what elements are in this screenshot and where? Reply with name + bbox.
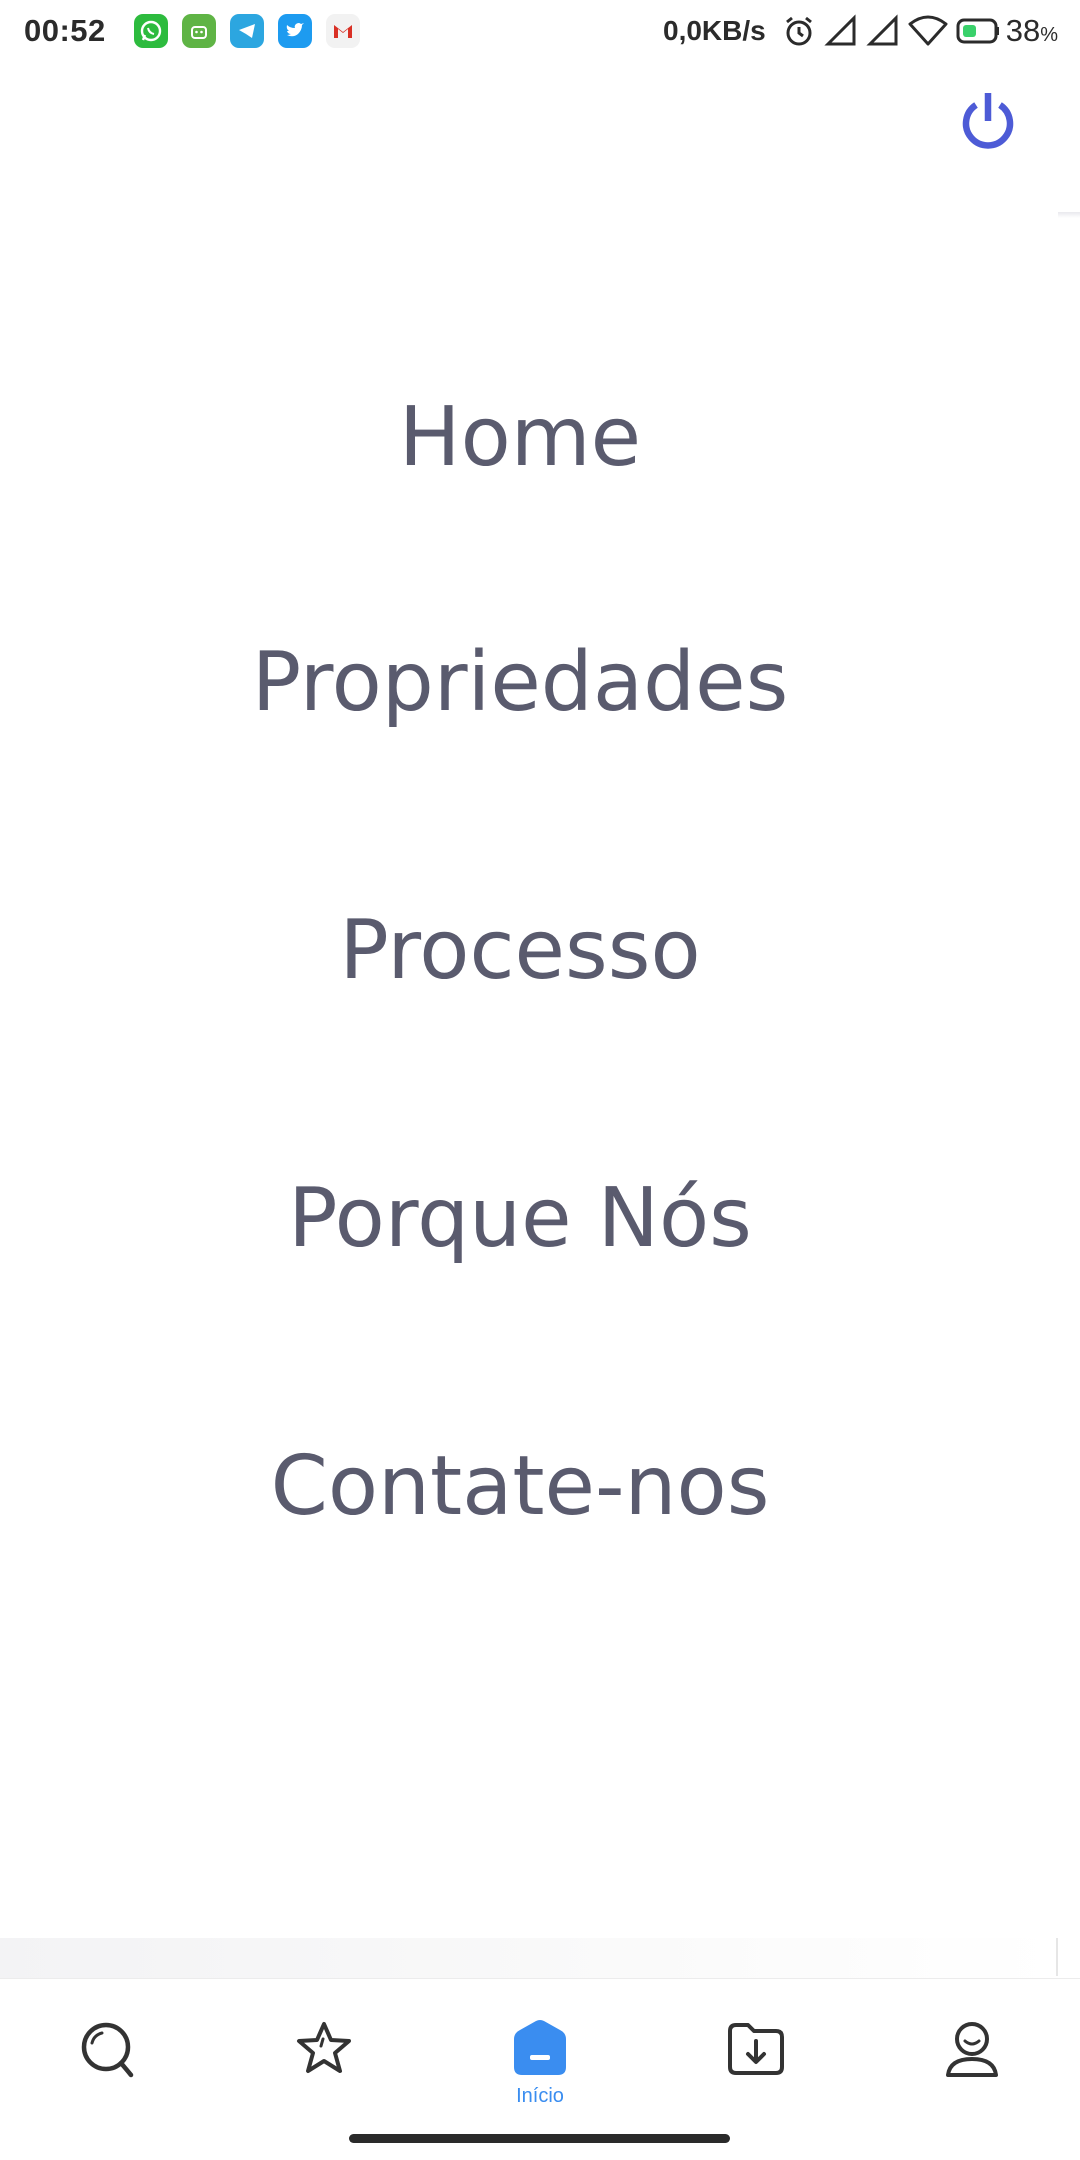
profile-icon [946, 2022, 998, 2077]
nav-profile[interactable] [932, 2019, 1012, 2119]
signal-icon-2 [866, 14, 900, 48]
gmail-icon [325, 14, 360, 48]
power-icon [962, 93, 1014, 149]
battery-value: 38 [1005, 13, 1041, 48]
nav-search[interactable] [68, 2019, 148, 2119]
nav-downloads[interactable] [716, 2019, 796, 2119]
whatsapp-icon [133, 14, 168, 48]
status-bar: 00:52 0,0KB/s 38% [0, 0, 1080, 62]
menu-item-porque-nos[interactable]: Porque Nós [0, 1084, 1040, 1352]
twitter-icon [277, 14, 312, 48]
power-button[interactable] [956, 86, 1020, 158]
screen: 00:52 0,0KB/s 38% Home Propriedades Proc… [0, 0, 1080, 2160]
home-indicator[interactable] [349, 2134, 730, 2143]
search-icon [81, 2022, 134, 2078]
nav-inicio-label: Início [516, 2085, 564, 2107]
panel-edge-shadow [1058, 212, 1080, 218]
download-folder-icon [728, 2023, 784, 2075]
star-icon [297, 2022, 351, 2073]
main-menu: Home Propriedades Processo Porque Nós Co… [0, 352, 1040, 1620]
panel-edge-line [1056, 1938, 1058, 1976]
status-bar-right: 0,0KB/s 38% [663, 13, 1058, 49]
battery-unit: % [1040, 24, 1058, 46]
status-time: 00:52 [24, 13, 106, 48]
battery-level: 38% [1006, 13, 1058, 49]
nav-inicio[interactable]: Início [500, 2019, 580, 2119]
bottom-nav: Início [0, 1978, 1080, 2160]
wifi-icon [908, 14, 948, 48]
nav-favorites[interactable] [284, 2019, 364, 2119]
signal-icon [824, 14, 858, 48]
menu-item-home[interactable]: Home [0, 352, 1040, 548]
content-bottom-strip [0, 1938, 1058, 1978]
telegram-icon [229, 14, 264, 48]
status-bar-left: 00:52 [24, 13, 360, 49]
home-icon [514, 2020, 566, 2075]
alarm-icon [782, 14, 816, 48]
menu-item-propriedades[interactable]: Propriedades [0, 548, 1040, 816]
network-speed: 0,0KB/s [663, 15, 766, 46]
menu-item-contate-nos[interactable]: Contate-nos [0, 1352, 1040, 1620]
android-icon [181, 14, 216, 48]
menu-item-processo[interactable]: Processo [0, 816, 1040, 1084]
battery-icon [956, 16, 1000, 46]
